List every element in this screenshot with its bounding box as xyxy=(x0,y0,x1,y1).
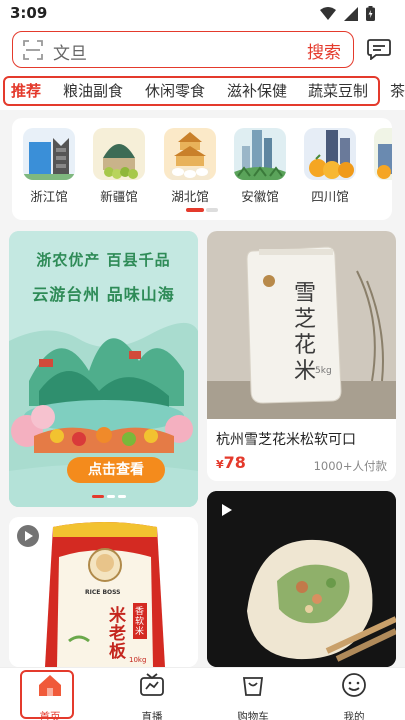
rice-bag-brand-cn: 米老板 xyxy=(109,606,126,662)
rice-bag-brand-en: RICE BOSS xyxy=(85,589,121,596)
status-icons xyxy=(320,6,375,21)
tab-tea[interactable]: 茶 xyxy=(390,80,405,101)
product-card[interactable]: 雪芝花米 5kg 杭州雪芝花米松软可口 ¥78 1000+人付款 xyxy=(207,231,396,481)
pavilion-image xyxy=(164,128,216,180)
price-currency: ¥ xyxy=(216,458,224,471)
nav-label: 直播 xyxy=(141,711,163,720)
pavilion-label: 湖 xyxy=(372,186,392,205)
banner-cta-button[interactable]: 点击查看 xyxy=(67,457,165,483)
rice-bag-tag: 香软米 xyxy=(135,607,145,637)
tab-recommend[interactable]: 推荐 xyxy=(11,80,41,101)
nav-live[interactable]: 直播 xyxy=(122,672,182,720)
dumpling-image xyxy=(207,491,396,667)
search-placeholder: 文旦 xyxy=(53,44,87,64)
message-icon[interactable] xyxy=(367,38,391,60)
play-icon[interactable] xyxy=(17,525,39,547)
price-value: 78 xyxy=(223,453,246,472)
promo-banner[interactable]: 浙农优产 百县千品 云游台州 品味山海 点击查看 xyxy=(9,231,198,507)
category-tabs: 推荐 粮油副食 休闲零食 滋补保健 蔬菜豆制 茶 xyxy=(0,72,405,110)
pavilion-label: 安徽馆 xyxy=(241,189,279,204)
bottom-nav: 首页 直播 购物车 我的 xyxy=(0,667,405,720)
status-time: 3:09 xyxy=(10,4,48,22)
cart-icon xyxy=(242,677,264,696)
banner-dots xyxy=(92,495,126,498)
pavilion-zhejiang[interactable]: 浙江馆 xyxy=(21,128,77,205)
package-weight: 5kg xyxy=(315,366,332,376)
search-button[interactable]: 搜索 xyxy=(307,38,341,63)
pavilion-image xyxy=(23,128,75,180)
pavilion-image xyxy=(304,128,356,180)
pavilion-sichuan[interactable]: 四川馆 xyxy=(302,128,358,205)
tab-health[interactable]: 滋补保健 xyxy=(227,80,287,101)
nav-profile[interactable]: 我的 xyxy=(324,672,384,720)
banner-title-line2: 云游台州 品味山海 xyxy=(32,285,175,304)
battery-icon xyxy=(366,6,375,21)
home-icon xyxy=(39,675,61,696)
pavilion-carousel: 浙江馆 新疆馆 湖北馆 安徽馆 四川馆 xyxy=(12,118,392,220)
carousel-indicator xyxy=(186,208,218,212)
pavilion-label: 四川馆 xyxy=(311,189,349,204)
signal-icon xyxy=(344,6,358,21)
smiley-profile-icon xyxy=(342,673,366,697)
banner-title-line1: 浙农优产 百县千品 xyxy=(36,251,171,269)
nav-label: 首页 xyxy=(39,711,61,720)
live-tv-icon xyxy=(140,673,164,696)
status-bar: 3:09 xyxy=(0,0,405,28)
search-input[interactable]: 文旦 搜索 xyxy=(12,31,354,68)
pavilion-xinjiang[interactable]: 新疆馆 xyxy=(91,128,147,205)
pavilion-hubei[interactable]: 湖北馆 xyxy=(162,128,218,205)
play-icon[interactable] xyxy=(221,503,233,517)
scan-icon[interactable] xyxy=(23,40,43,60)
tab-grain-oil[interactable]: 粮油副食 xyxy=(63,80,123,101)
video-card-rice[interactable]: RICE BOSS 米老板 香软米 10kg xyxy=(9,517,198,667)
pavilion-image xyxy=(93,128,145,180)
product-name: 杭州雪芝花米松软可口 xyxy=(216,432,356,448)
nav-cart[interactable]: 购物车 xyxy=(223,672,283,720)
video-card-dumpling[interactable] xyxy=(207,491,396,667)
tab-vegetables[interactable]: 蔬菜豆制 xyxy=(308,80,368,101)
nav-label: 购物车 xyxy=(237,711,269,720)
pavilion-label: 浙江馆 xyxy=(30,189,68,204)
product-sales: 1000+人付款 xyxy=(313,459,387,473)
pavilion-image xyxy=(234,128,286,180)
search-row: 文旦 搜索 xyxy=(0,28,405,72)
product-price: ¥78 xyxy=(216,453,246,472)
wifi-icon xyxy=(320,7,336,20)
pavilion-label: 湖北馆 xyxy=(171,189,209,204)
pavilion-image xyxy=(374,128,392,180)
tab-snacks[interactable]: 休闲零食 xyxy=(145,80,205,101)
nav-home[interactable]: 首页 xyxy=(20,672,80,720)
nav-label: 我的 xyxy=(343,711,365,720)
pavilion-label: 新疆馆 xyxy=(100,189,138,204)
rice-bag-weight: 10kg xyxy=(129,656,147,664)
pavilion-anhui[interactable]: 安徽馆 xyxy=(232,128,288,205)
pavilion-hunan[interactable]: 湖 xyxy=(372,128,392,205)
